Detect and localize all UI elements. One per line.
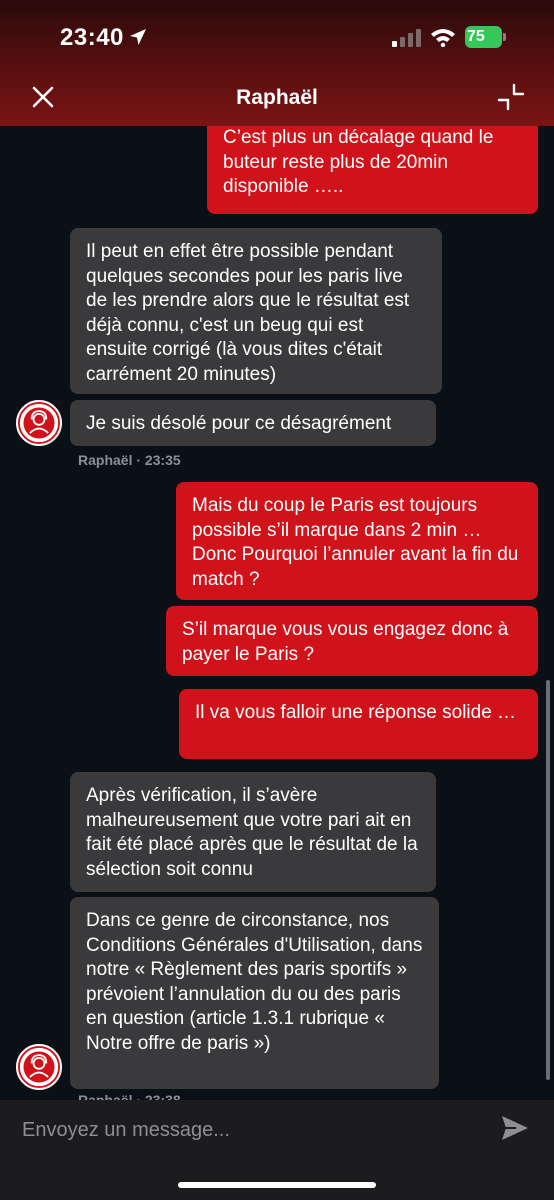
message-text: Mais du coup le Paris est toujours possi… (192, 495, 519, 590)
message-text: Il va vous falloir une réponse solide … (195, 702, 517, 723)
message-input[interactable] (22, 1114, 482, 1146)
message-text: Je suis désolé pour ce désagrément (86, 413, 392, 434)
agent-avatar-icon (16, 400, 62, 446)
message-list[interactable]: C’est plus un décalage quand le buteur r… (0, 126, 554, 1100)
message-bubble-incoming: Dans ce genre de circonstance, nos Condi… (70, 897, 439, 1089)
message-bubble-incoming: Après vérification, il s’avère malheureu… (70, 772, 436, 892)
top-bar: 23:40 75 Raphaël (0, 0, 554, 126)
wifi-icon (431, 29, 455, 47)
message-bubble-outgoing: C’est plus un décalage quand le buteur r… (207, 126, 538, 214)
chat-header: Raphaël (0, 70, 554, 126)
cellular-signal-icon (392, 29, 421, 47)
message-bubble-incoming: Je suis désolé pour ce désagrément (70, 400, 436, 446)
send-icon[interactable] (500, 1114, 530, 1142)
message-bubble-outgoing: S’il marque vous vous engagez donc à pay… (166, 606, 538, 676)
message-meta: Raphaël · 23:38 (78, 1092, 181, 1100)
status-time: 23:40 (60, 24, 124, 51)
scrollbar[interactable] (546, 680, 550, 1080)
battery-cap (503, 33, 506, 41)
location-arrow-icon (130, 29, 146, 45)
message-meta: Raphaël · 23:35 (78, 452, 181, 468)
message-text: S’il marque vous vous engagez donc à pay… (182, 619, 509, 665)
minimize-icon[interactable] (496, 82, 526, 112)
message-text: Il peut en effet être possible pendant q… (86, 241, 410, 385)
battery-level: 75 (467, 28, 485, 45)
message-text: C’est plus un décalage quand le buteur r… (223, 127, 494, 197)
message-composer (0, 1100, 554, 1200)
message-bubble-outgoing: Mais du coup le Paris est toujours possi… (176, 482, 538, 600)
status-bar: 23:40 75 (0, 0, 554, 70)
home-indicator (178, 1182, 376, 1188)
message-bubble-outgoing: Il va vous falloir une réponse solide … (179, 689, 538, 759)
message-text: Dans ce genre de circonstance, nos Condi… (86, 910, 423, 1054)
message-text: Après vérification, il s’avère malheureu… (86, 785, 418, 880)
agent-avatar-icon (16, 1044, 62, 1090)
message-bubble-incoming: Il peut en effet être possible pendant q… (70, 228, 442, 394)
battery-indicator: 75 (465, 26, 507, 48)
chat-title: Raphaël (236, 86, 318, 109)
